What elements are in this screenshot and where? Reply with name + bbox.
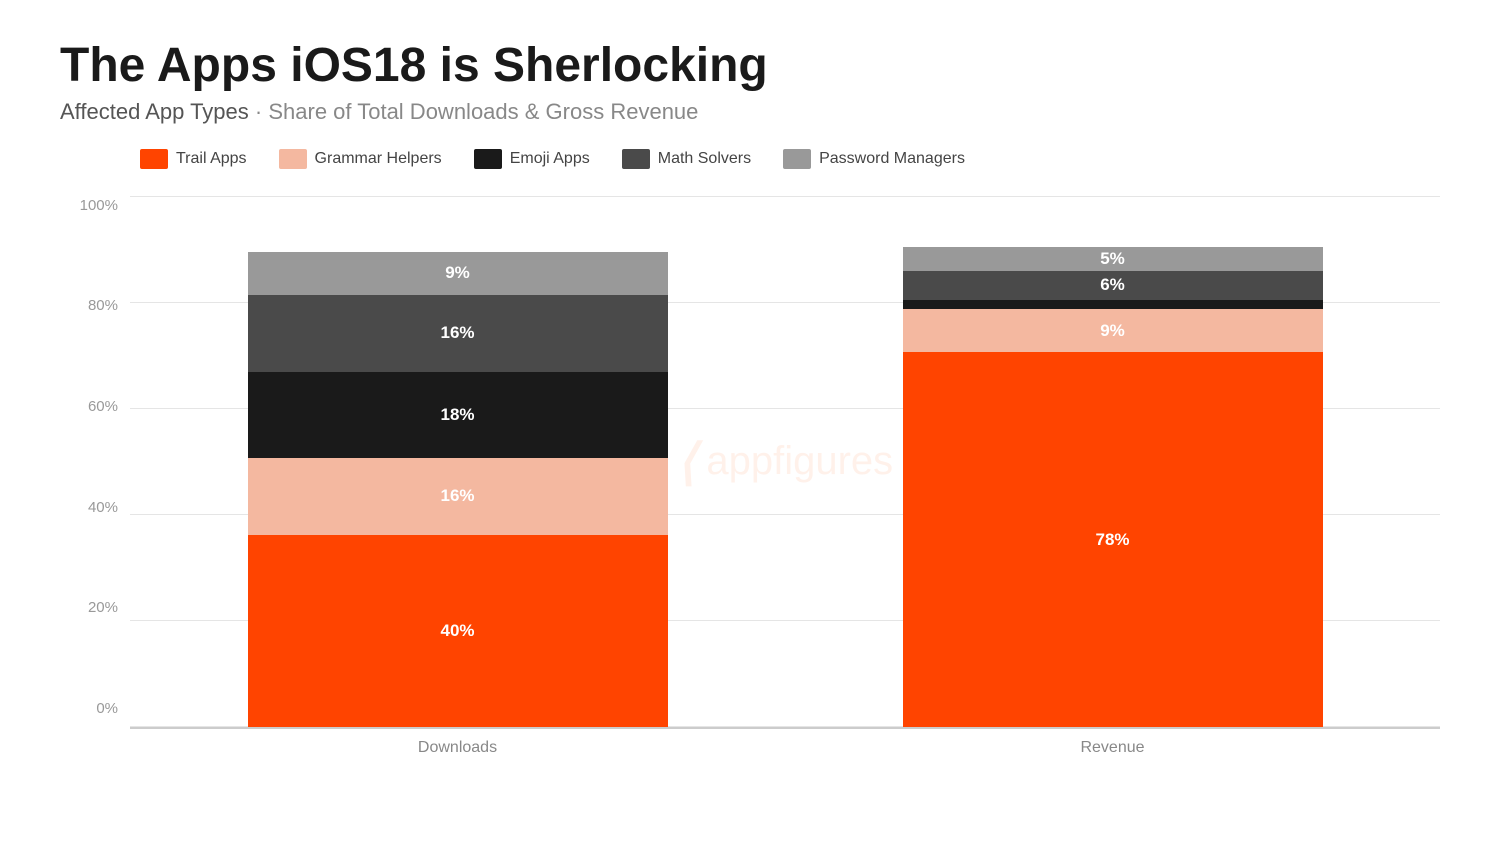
x-axis-label: Revenue [903,739,1323,757]
legend-item: Math Solvers [622,149,751,169]
legend-swatch [783,149,811,169]
bar-segment: 9% [903,309,1323,352]
legend-item: Trail Apps [140,149,247,169]
bar-group: 78%9% 6%5% [903,247,1323,727]
bars-row: 40%16%18%16%9%78%9%6%5% [130,197,1440,727]
subtitle-sep: · [249,99,269,124]
y-axis-label: 40% [60,499,130,516]
y-axis-label: 100% [60,197,130,214]
stacked-bar: 78%9% 6%5% [903,247,1323,727]
bars-container: ⟨ appfigures 40%16%18%16%9%78%9%6%5% [130,197,1440,729]
bar-segment: 16% [248,295,668,372]
legend-item: Password Managers [783,149,965,169]
bar-segment: 6% [903,271,1323,300]
bar-segment: 78% [903,352,1323,726]
x-labels: Downloads Revenue [130,729,1440,757]
legend-label: Grammar Helpers [315,150,442,168]
y-axis-label: 60% [60,398,130,415]
legend-label: Math Solvers [658,150,751,168]
legend-item: Grammar Helpers [279,149,442,169]
page-title: The Apps iOS18 is Sherlocking [60,40,1440,93]
chart-area: 0%20%40%60%80%100% ⟨ appfigures 40%16%18… [60,197,1440,757]
legend-label: Emoji Apps [510,150,590,168]
subtitle-dark: Affected App Types [60,99,249,124]
legend-item: Emoji Apps [474,149,590,169]
bar-segment: 40% [248,535,668,727]
chart-legend: Trail Apps Grammar Helpers Emoji Apps Ma… [60,149,1440,169]
bar-segment: 9% [248,252,668,295]
bar-segment: 16% [248,458,668,535]
stacked-bar: 40%16%18%16%9% [248,252,668,727]
chart-subtitle: Affected App Types · Share of Total Down… [60,99,1440,125]
legend-swatch [474,149,502,169]
bar-segment: 5% [903,247,1323,271]
x-axis-label: Downloads [248,739,668,757]
subtitle-light: Share of Total Downloads & Gross Revenue [268,99,698,124]
legend-swatch [140,149,168,169]
legend-label: Password Managers [819,150,965,168]
legend-swatch [279,149,307,169]
chart-inner: ⟨ appfigures 40%16%18%16%9%78%9%6%5% Dow… [130,197,1440,757]
legend-swatch [622,149,650,169]
bar-group: 40%16%18%16%9% [248,252,668,727]
bar-segment: 18% [248,372,668,458]
bar-segment [903,300,1323,310]
y-axis-label: 0% [60,700,130,717]
y-axis-label: 80% [60,297,130,314]
legend-label: Trail Apps [176,150,247,168]
y-axis: 0% 20% 40% 60% 80% 100% [60,197,130,757]
y-axis-label: 20% [60,599,130,616]
